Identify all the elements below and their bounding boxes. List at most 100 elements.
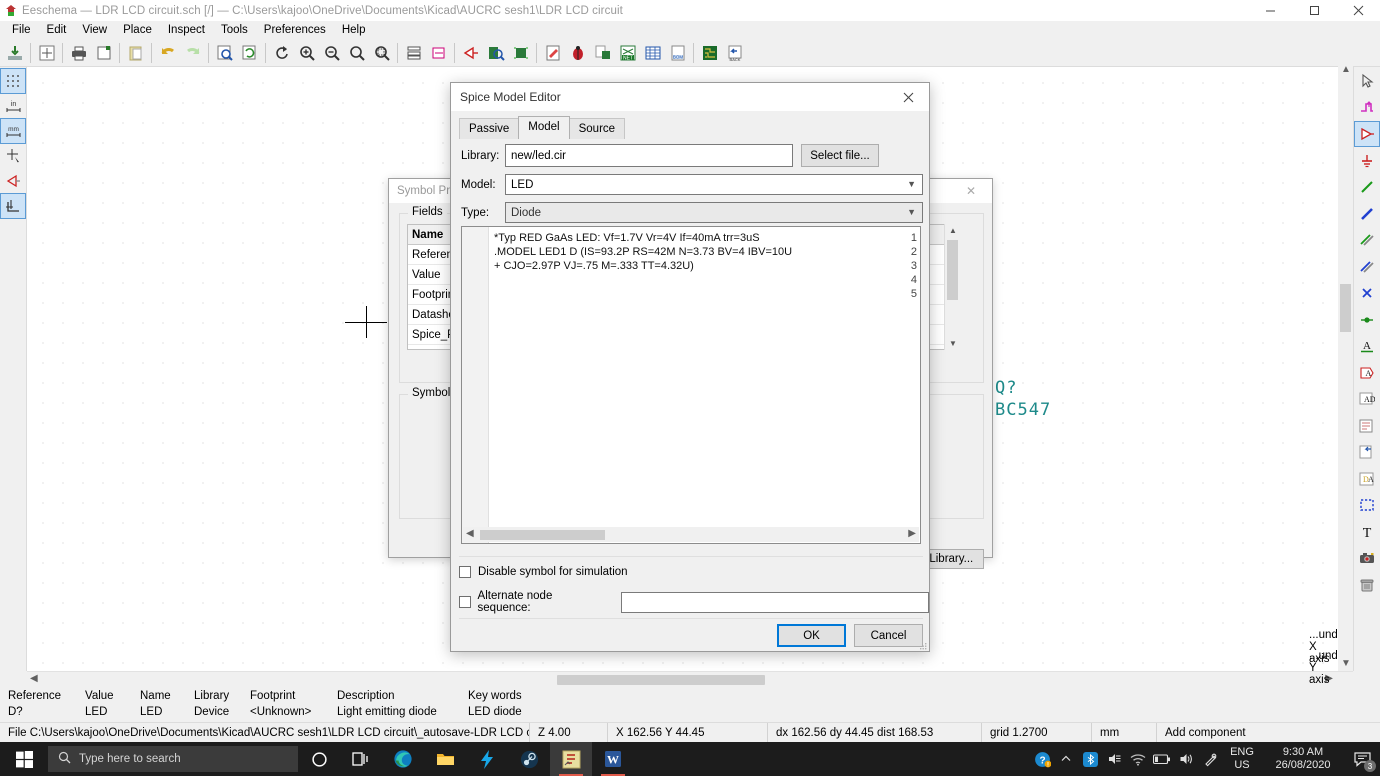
wire-to-bus-entry-icon[interactable] [1355, 228, 1379, 252]
delete-tool-icon[interactable] [1355, 573, 1379, 597]
spice-editor-close-button[interactable] [887, 83, 929, 111]
scroll-up-arrow-icon[interactable]: ▲ [1341, 64, 1351, 75]
symbol-properties-close-button[interactable]: ✕ [952, 179, 990, 203]
language-indicator[interactable]: ENG US [1222, 746, 1262, 772]
menu-view[interactable]: View [74, 22, 115, 38]
volume-icon[interactable] [1174, 742, 1198, 776]
paste-icon[interactable] [123, 40, 148, 65]
spice-model-code-editor[interactable]: 1 2 3 4 5 *Typ RED GaAs LED: Vf=1.7V Vr=… [461, 226, 921, 544]
notification-center-icon[interactable]: 3 [1344, 742, 1380, 776]
minimize-button[interactable] [1248, 0, 1292, 21]
graphic-box-icon[interactable] [1355, 493, 1379, 517]
canvas-horizontal-scrollbar[interactable]: ◀ ▶ [27, 671, 1353, 687]
redo-icon[interactable] [180, 40, 205, 65]
pcbnew-icon[interactable] [697, 40, 722, 65]
edge-icon[interactable] [382, 742, 424, 776]
scroll-down-arrow-icon[interactable]: ▼ [1341, 658, 1351, 669]
units-inch-icon[interactable]: in [1, 94, 25, 118]
disable-simulation-checkbox[interactable] [459, 566, 471, 578]
help-icon[interactable]: ?! [1030, 742, 1054, 776]
netlist-icon[interactable]: NET [615, 40, 640, 65]
scroll-right-arrow-icon[interactable]: ▶ [908, 528, 916, 539]
erc-icon[interactable] [483, 40, 508, 65]
disable-simulation-row[interactable]: Disable symbol for simulation [459, 566, 628, 578]
fields-table-scrollbar[interactable]: ▲ ▼ [944, 224, 959, 350]
print-icon[interactable] [66, 40, 91, 65]
zoom-out-icon[interactable] [319, 40, 344, 65]
select-tool-icon[interactable] [1355, 69, 1379, 93]
spice-model-editor-dialog[interactable]: Spice Model Editor Passive Model Source … [450, 82, 930, 652]
search-input[interactable]: Type here to search [48, 746, 298, 772]
edit-symbol-fields-icon[interactable] [540, 40, 565, 65]
hidden-pins-icon[interactable] [1, 169, 25, 193]
cursor-shape-icon[interactable] [1, 144, 25, 168]
chevron-up-icon[interactable] [1054, 742, 1078, 776]
page-settings-icon[interactable] [34, 40, 59, 65]
chevron-down-icon[interactable]: ▼ [907, 179, 916, 189]
import-sheet-pin-icon[interactable] [1355, 440, 1379, 464]
undo-icon[interactable] [155, 40, 180, 65]
refresh-icon[interactable] [269, 40, 294, 65]
word-icon[interactable]: W [592, 742, 634, 776]
hierarchical-label-icon[interactable]: AD [1355, 387, 1379, 411]
task-view-icon[interactable] [340, 742, 382, 776]
cortana-icon[interactable] [298, 742, 340, 776]
plot-icon[interactable] [91, 40, 116, 65]
symbol-editor-icon[interactable] [508, 40, 533, 65]
draw-wire-icon[interactable] [1355, 175, 1379, 199]
zoom-in-icon[interactable] [294, 40, 319, 65]
toggle-grid-icon[interactable] [1, 69, 25, 93]
draw-bus-icon[interactable] [1355, 202, 1379, 226]
clock[interactable]: 9:30 AM 26/08/2020 [1262, 746, 1344, 772]
spice-cancel-button[interactable]: Cancel [854, 624, 923, 647]
open-document-icon[interactable] [2, 40, 27, 65]
fields-scroll-thumb[interactable] [947, 240, 958, 300]
select-file-button[interactable]: Select file... [801, 144, 879, 167]
battery-icon[interactable] [1150, 742, 1174, 776]
type-combobox[interactable]: Diode ▼ [505, 202, 923, 223]
sheet-pin-icon[interactable]: DA [1355, 467, 1379, 491]
menu-tools[interactable]: Tools [213, 22, 256, 38]
steam-icon[interactable] [508, 742, 550, 776]
code-line[interactable]: .MODEL LED1 D (IS=93.2P RS=42M N=3.73 BV… [494, 246, 792, 258]
bitmap-icon[interactable] [1355, 546, 1379, 570]
bluetooth-icon[interactable] [1078, 742, 1102, 776]
global-label-icon[interactable]: A [1355, 361, 1379, 385]
free-wire-angle-icon[interactable] [1, 194, 25, 218]
leave-sheet-icon[interactable] [426, 40, 451, 65]
bus-to-bus-entry-icon[interactable] [1355, 255, 1379, 279]
tab-passive[interactable]: Passive [459, 118, 519, 139]
resize-grip-icon[interactable] [918, 640, 927, 649]
schematic-label-value[interactable]: BC547 [995, 400, 1051, 420]
file-explorer-icon[interactable] [424, 742, 466, 776]
back-annotate-icon[interactable]: BACK [722, 40, 747, 65]
code-line[interactable]: *Typ RED GaAs LED: Vf=1.7V Vr=4V If=40mA… [494, 232, 760, 244]
place-symbol-icon[interactable] [1355, 122, 1379, 146]
code-scroll-thumb[interactable] [480, 530, 605, 540]
footprint-assign-icon[interactable] [565, 40, 590, 65]
alternate-node-input[interactable] [621, 592, 929, 613]
import-footprint-icon[interactable] [590, 40, 615, 65]
close-button[interactable] [1336, 0, 1380, 21]
speaker-mute-icon[interactable] [1102, 742, 1126, 776]
code-line[interactable]: + CJO=2.97P VJ=.75 M=.333 TT=4.32U) [494, 260, 694, 272]
kicad-icon[interactable] [550, 742, 592, 776]
zoom-area-icon[interactable] [369, 40, 394, 65]
scroll-left-arrow-icon[interactable]: ◀ [466, 528, 474, 539]
zoom-fit-icon[interactable] [344, 40, 369, 65]
find-replace-icon[interactable] [237, 40, 262, 65]
annotate-icon[interactable] [458, 40, 483, 65]
pen-icon[interactable] [1198, 742, 1222, 776]
menu-preferences[interactable]: Preferences [256, 22, 334, 38]
tab-source[interactable]: Source [569, 118, 625, 139]
maximize-button[interactable] [1292, 0, 1336, 21]
alternate-node-checkbox[interactable] [459, 596, 471, 608]
menu-file[interactable]: File [4, 22, 39, 38]
spreadsheet-icon[interactable] [640, 40, 665, 65]
no-connect-icon[interactable] [1355, 281, 1379, 305]
junction-icon[interactable] [1355, 308, 1379, 332]
windows-logo-icon[interactable] [0, 742, 48, 776]
bom-icon[interactable]: BOM [665, 40, 690, 65]
scroll-up-arrow-icon[interactable]: ▲ [949, 226, 957, 235]
net-label-icon[interactable]: A [1355, 334, 1379, 358]
